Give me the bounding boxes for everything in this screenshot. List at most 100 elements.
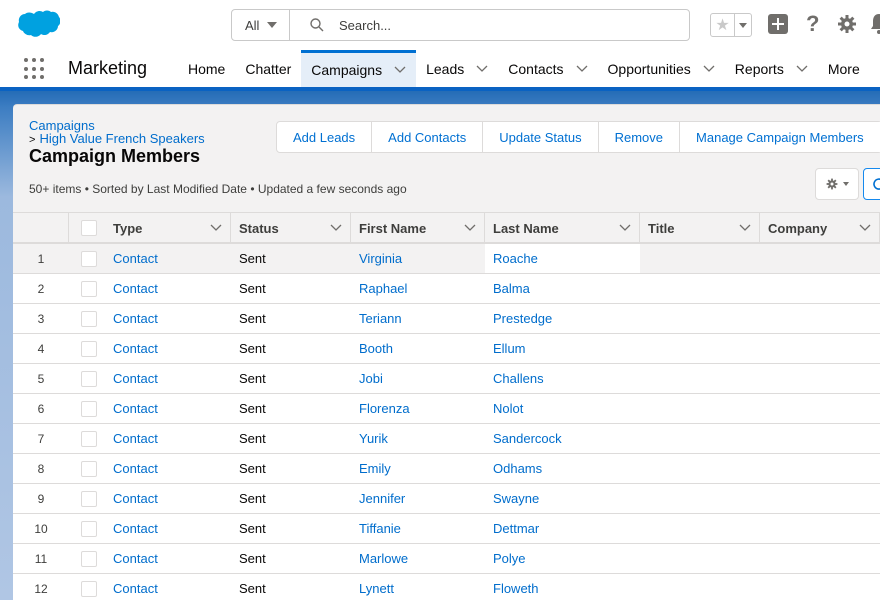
chevron-down-icon[interactable] <box>464 224 476 232</box>
last-name-link[interactable]: Odhams <box>485 454 640 483</box>
type-link[interactable]: Contact <box>105 364 231 393</box>
last-name-link[interactable]: Balma <box>485 274 640 303</box>
row-checkbox[interactable] <box>81 250 97 267</box>
last-name-link[interactable]: Ellum <box>485 334 640 363</box>
first-name-link[interactable]: Booth <box>351 334 485 363</box>
update-status-button[interactable]: Update Status <box>483 122 599 152</box>
table-row[interactable]: 11 Contact Sent Marlowe Polye <box>13 544 880 574</box>
favorite-star-button[interactable]: ★ <box>711 14 735 36</box>
chevron-down-icon[interactable] <box>576 65 588 73</box>
chevron-down-icon[interactable] <box>619 224 631 232</box>
type-link[interactable]: Contact <box>105 454 231 483</box>
column-header-company[interactable]: Company <box>760 213 880 243</box>
type-link[interactable]: Contact <box>105 274 231 303</box>
chevron-down-icon[interactable] <box>796 65 808 73</box>
table-row[interactable]: 8 Contact Sent Emily Odhams <box>13 454 880 484</box>
first-name-link[interactable]: Jennifer <box>351 484 485 513</box>
add-leads-button[interactable]: Add Leads <box>277 122 373 152</box>
salesforce-logo-icon[interactable] <box>16 10 60 40</box>
tab-opportunities[interactable]: Opportunities <box>598 50 725 87</box>
last-name-link[interactable]: Swayne <box>485 484 640 513</box>
first-name-link[interactable]: Emily <box>351 454 485 483</box>
table-row[interactable]: 9 Contact Sent Jennifer Swayne <box>13 484 880 514</box>
chevron-down-icon[interactable] <box>703 65 715 73</box>
tab-leads[interactable]: Leads <box>416 50 498 87</box>
first-name-link[interactable]: Marlowe <box>351 544 485 573</box>
table-row[interactable]: 12 Contact Sent Lynett Floweth <box>13 574 880 600</box>
type-link[interactable]: Contact <box>105 544 231 573</box>
search-input[interactable] <box>339 17 639 33</box>
tab-reports[interactable]: Reports <box>725 50 818 87</box>
first-name-link[interactable]: Teriann <box>351 304 485 333</box>
favorites-list-button[interactable] <box>735 14 751 36</box>
column-header-title[interactable]: Title <box>640 213 760 243</box>
type-link[interactable]: Contact <box>105 304 231 333</box>
first-name-link[interactable]: Florenza <box>351 394 485 423</box>
breadcrumb-record-link[interactable]: High Value French Speakers <box>39 131 204 146</box>
table-row[interactable]: 6 Contact Sent Florenza Nolot <box>13 394 880 424</box>
row-checkbox[interactable] <box>81 550 97 567</box>
row-checkbox[interactable] <box>81 580 97 597</box>
app-launcher-icon[interactable] <box>24 58 46 80</box>
table-row[interactable]: 5 Contact Sent Jobi Challens <box>13 364 880 394</box>
chevron-down-icon[interactable] <box>210 224 222 232</box>
row-checkbox[interactable] <box>81 370 97 387</box>
row-checkbox[interactable] <box>81 520 97 537</box>
chevron-down-icon[interactable] <box>394 66 406 74</box>
last-name-link[interactable]: Sandercock <box>485 424 640 453</box>
column-header-first-name[interactable]: First Name <box>351 213 485 243</box>
type-link[interactable]: Contact <box>105 394 231 423</box>
type-link[interactable]: Contact <box>105 334 231 363</box>
help-icon[interactable]: ? <box>806 11 819 37</box>
tab-campaigns[interactable]: Campaigns <box>301 50 417 87</box>
remove-button[interactable]: Remove <box>598 122 681 152</box>
last-name-link[interactable]: Floweth <box>485 574 640 600</box>
manage-campaign-members-button[interactable]: Manage Campaign Members <box>680 122 880 152</box>
search-scope-dropdown[interactable]: All <box>232 10 290 40</box>
chevron-down-icon[interactable] <box>859 224 871 232</box>
add-contacts-button[interactable]: Add Contacts <box>372 122 484 152</box>
row-checkbox[interactable] <box>81 310 97 327</box>
chevron-down-icon[interactable] <box>476 65 488 73</box>
row-checkbox[interactable] <box>81 280 97 297</box>
type-link[interactable]: Contact <box>105 484 231 513</box>
type-link[interactable]: Contact <box>105 514 231 543</box>
table-row[interactable]: 2 Contact Sent Raphael Balma <box>13 274 880 304</box>
type-link[interactable]: Contact <box>105 244 231 273</box>
table-row[interactable]: 7 Contact Sent Yurik Sandercock <box>13 424 880 454</box>
setup-gear-icon[interactable] <box>837 14 857 34</box>
tab-chatter[interactable]: Chatter <box>235 50 301 87</box>
first-name-link[interactable]: Yurik <box>351 424 485 453</box>
row-checkbox[interactable] <box>81 400 97 417</box>
chevron-down-icon[interactable] <box>739 224 751 232</box>
refresh-button[interactable] <box>863 168 880 200</box>
column-header-status[interactable]: Status <box>231 213 351 243</box>
chevron-down-icon[interactable] <box>330 224 342 232</box>
last-name-link[interactable]: Nolot <box>485 394 640 423</box>
column-header-last-name[interactable]: Last Name <box>485 213 640 243</box>
table-row[interactable]: 10 Contact Sent Tiffanie Dettmar <box>13 514 880 544</box>
row-checkbox[interactable] <box>81 460 97 477</box>
row-checkbox[interactable] <box>81 340 97 357</box>
first-name-link[interactable]: Jobi <box>351 364 485 393</box>
last-name-link[interactable]: Challens <box>485 364 640 393</box>
type-link[interactable]: Contact <box>105 424 231 453</box>
tab-home[interactable]: Home <box>178 50 235 87</box>
row-checkbox[interactable] <box>81 430 97 447</box>
row-checkbox[interactable] <box>81 490 97 507</box>
table-row[interactable]: 4 Contact Sent Booth Ellum <box>13 334 880 364</box>
table-row[interactable]: 3 Contact Sent Teriann Prestedge <box>13 304 880 334</box>
tab-contacts[interactable]: Contacts <box>498 50 597 87</box>
select-all-checkbox[interactable] <box>81 220 97 236</box>
type-link[interactable]: Contact <box>105 574 231 600</box>
first-name-link[interactable]: Raphael <box>351 274 485 303</box>
notifications-bell-icon[interactable] <box>869 12 880 36</box>
first-name-link[interactable]: Virginia <box>351 244 485 273</box>
last-name-link[interactable]: Prestedge <box>485 304 640 333</box>
last-name-link[interactable]: Dettmar <box>485 514 640 543</box>
list-settings-button[interactable] <box>815 168 859 200</box>
table-row[interactable]: 1 Contact Sent Virginia Roache <box>13 244 880 274</box>
first-name-link[interactable]: Tiffanie <box>351 514 485 543</box>
tab-more[interactable]: More <box>818 50 870 87</box>
first-name-link[interactable]: Lynett <box>351 574 485 600</box>
